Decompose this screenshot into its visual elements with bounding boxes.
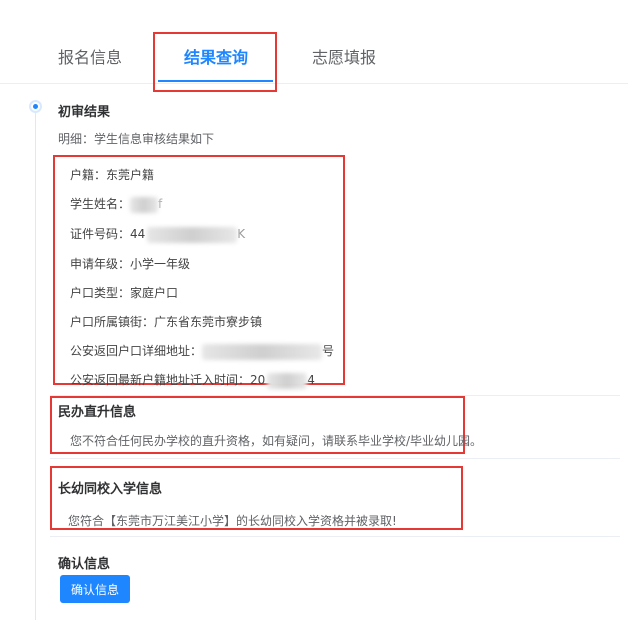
confirm-title: 确认信息 [58,557,111,572]
section-divider [50,395,620,396]
info-value-tail: K [237,227,246,241]
info-label: 证件号码： [70,227,131,241]
info-label: 申请年级： [70,257,131,271]
info-row-grade: 申请年级：小学一年级 [70,255,190,272]
redacted-blur [267,372,308,389]
confirm-info-button[interactable]: 确认信息 [60,575,130,603]
kindergarten-enroll-text: 您符合【东莞市万江美江小学】的长幼同校入学资格并被录取! [68,514,397,528]
private-direct-text: 您不符合任何民办学校的直升资格，如有疑问，请联系毕业学校/毕业幼儿园。 [70,434,483,448]
info-label: 户口类型： [70,286,131,300]
info-label: 学生姓名： [70,197,131,211]
info-value: 家庭户口 [130,286,179,300]
redacted-blur [202,343,323,360]
info-value-tail: 4 [307,373,315,387]
info-label: 公安返回最新户籍地址迁入时间： [70,373,251,387]
info-label: 户籍： [70,168,107,182]
info-row-id-number: 证件号码：44 K [70,225,245,243]
info-row-address: 公安返回户口详细地址： 号 [70,342,334,360]
info-value-tail: f [158,197,163,211]
info-row-student-name: 学生姓名： f [70,195,162,213]
info-value-tail: 号 [322,344,335,358]
info-value: 20 [250,373,266,387]
info-label: 户口所属镇街： [70,315,155,329]
info-row-household: 户籍：东莞户籍 [70,166,154,183]
info-row-move-in-time: 公安返回最新户籍地址迁入时间：20 4 [70,371,315,389]
tab-bar: 报名信息 结果查询 志愿填报 [0,0,628,84]
timeline-dot-icon [29,100,42,113]
section-divider [50,536,620,537]
first-review-title: 初审结果 [58,105,111,120]
info-value: 广东省东莞市寮步镇 [154,315,263,329]
tab-result-query[interactable]: 结果查询 [184,44,248,68]
timeline-line [35,110,36,620]
active-tab-indicator [158,80,273,82]
first-review-subtitle: 明细：学生信息审核结果如下 [58,132,215,146]
redacted-blur [130,196,159,213]
info-value: 小学一年级 [130,257,191,271]
redacted-blur [147,226,238,243]
private-direct-title: 民办直升信息 [58,405,137,420]
info-label: 公安返回户口详细地址： [70,344,203,358]
tab-preference-filling[interactable]: 志愿填报 [312,44,376,68]
info-value: 44 [130,227,146,241]
info-row-town: 户口所属镇街：广东省东莞市寮步镇 [70,313,262,330]
section-divider [50,458,620,459]
kindergarten-enroll-title: 长幼同校入学信息 [58,482,163,497]
info-value: 东莞户籍 [106,168,155,182]
info-row-household-type: 户口类型：家庭户口 [70,284,178,301]
tab-registration-info[interactable]: 报名信息 [58,44,122,68]
